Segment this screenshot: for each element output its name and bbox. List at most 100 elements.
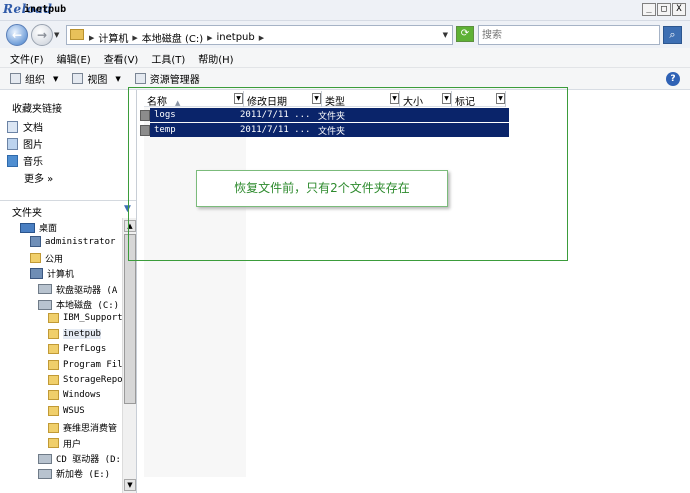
tree-item[interactable]: Program File — [48, 359, 122, 370]
tree-item[interactable]: 用户 — [48, 437, 81, 450]
folder-icon — [48, 328, 59, 339]
search-icon[interactable]: ⌕ — [663, 26, 682, 44]
breadcrumb-computer[interactable]: 计算机 — [98, 30, 128, 45]
annotation-callout: 恢复文件前，只有2个文件夹存在 — [196, 170, 448, 207]
search-box[interactable] — [478, 25, 660, 45]
favorites-title: 收藏夹链接 — [12, 104, 62, 115]
computer-icon — [30, 268, 43, 280]
breadcrumb-inetpub[interactable]: inetpub — [217, 32, 255, 43]
address-dropdown-icon[interactable]: ▼ — [443, 31, 448, 39]
views-label: 视图 — [87, 75, 108, 86]
tree-item[interactable]: 新加卷 (E:) — [38, 467, 110, 480]
tree-item[interactable]: administrator — [30, 236, 116, 248]
folder-icon — [48, 375, 59, 385]
chevron-down-icon: ▼ — [53, 74, 59, 83]
pictures-icon — [7, 137, 18, 150]
chevron-right-icon[interactable]: ▶ — [207, 34, 212, 42]
organize-button[interactable]: 组织 ▼ — [10, 71, 58, 86]
tree-item-label: Windows — [63, 390, 101, 401]
tree-item[interactable]: Windows — [48, 390, 101, 401]
tree-item-label: 计算机 — [47, 270, 75, 281]
folder-icon — [48, 422, 59, 433]
drive-icon — [38, 453, 52, 464]
favorite-label: 文档 — [23, 123, 43, 134]
folder-tree: 桌面 administrator 公用计算机软盘驱动器 (A 本地磁盘 (C:) IBM… — [0, 218, 122, 493]
tree-item[interactable]: 本地磁盘 (C:) — [38, 298, 119, 311]
folder-icon — [70, 29, 84, 40]
menu-bar: 文件(F) 编辑(E) 查看(V) 工具(T) 帮助(H) — [0, 48, 690, 68]
folder-icon — [48, 313, 59, 324]
menu-edit[interactable]: 编辑(E) — [57, 48, 98, 67]
folder-icon — [48, 344, 59, 355]
forward-button[interactable]: → — [31, 24, 53, 46]
favorite-music[interactable]: 音乐 — [7, 153, 43, 168]
menu-tools[interactable]: 工具(T) — [151, 48, 192, 67]
organize-icon — [10, 73, 21, 84]
tree-item[interactable]: 桌面 — [20, 221, 57, 234]
explorer-button[interactable]: 资源管理器 — [134, 71, 200, 86]
tree-item[interactable]: WSUS — [48, 405, 85, 416]
address-row: ← → ▼ ▶ 计算机 ▶ 本地磁盘 (C:) ▶ inetpub ▶ ▼ ⟳ … — [0, 21, 690, 48]
tree-item-label: 赛维思消费管 — [63, 424, 118, 435]
tree-item[interactable]: 软盘驱动器 (A — [38, 283, 117, 296]
chevron-down-icon: ▼ — [115, 74, 121, 83]
back-button[interactable]: ← — [6, 24, 28, 46]
desktop-icon — [20, 222, 35, 233]
tree-item-label: inetpub — [63, 328, 101, 339]
folder-icon — [48, 405, 59, 416]
chevron-right-icon[interactable]: ▶ — [259, 34, 264, 42]
breadcrumb: ▶ 计算机 ▶ 本地磁盘 (C:) ▶ inetpub ▶ — [89, 30, 264, 45]
chevron-right-icon[interactable]: ▶ — [89, 34, 94, 42]
tree-item-label: PerfLogs — [63, 344, 107, 355]
explorer-label: 资源管理器 — [149, 75, 200, 86]
tree-item-label: 公用 — [45, 254, 64, 265]
explorer-icon — [134, 73, 146, 84]
help-icon[interactable]: ? — [666, 72, 680, 86]
divider — [0, 200, 136, 201]
favorite-documents[interactable]: 文档 — [7, 119, 43, 134]
drive-icon — [38, 468, 52, 479]
tree-item[interactable]: PerfLogs — [48, 344, 107, 355]
scroll-down-icon[interactable]: ▼ — [124, 479, 136, 491]
menu-file[interactable]: 文件(F) — [10, 48, 51, 67]
organize-label: 组织 — [25, 75, 45, 86]
tree-item[interactable]: StorageRepo — [48, 375, 122, 385]
music-icon — [7, 154, 18, 167]
folder-icon — [30, 253, 41, 264]
folders-title[interactable]: 文件夹 — [12, 204, 42, 219]
tree-item[interactable]: 赛维思消费管 — [48, 421, 117, 434]
chevron-right-icon[interactable]: ▶ — [132, 34, 137, 42]
tree-item[interactable]: IBM_Support — [48, 313, 122, 324]
favorite-label: 图片 — [23, 140, 43, 151]
tree-item-label: 用户 — [63, 439, 82, 450]
recent-pages-chevron-icon[interactable]: ▼ — [54, 31, 59, 39]
favorite-pictures[interactable]: 图片 — [7, 136, 43, 151]
minimize-button[interactable]: _ — [642, 3, 656, 16]
favorites-more[interactable]: 更多 » — [24, 170, 53, 185]
tree-item-label: 软盘驱动器 (A — [56, 285, 118, 296]
tree-item-label: 本地磁盘 (C:) — [56, 301, 120, 311]
menu-help[interactable]: 帮助(H) — [198, 48, 240, 67]
tree-item[interactable]: 计算机 — [30, 267, 74, 280]
views-button[interactable]: 视图 ▼ — [72, 71, 121, 86]
folder-icon — [48, 390, 59, 401]
tree-item[interactable]: 公用 — [30, 252, 63, 265]
window-title: inetpub — [24, 4, 67, 15]
tree-item[interactable]: CD 驱动器 (D: — [38, 452, 121, 465]
menu-view[interactable]: 查看(V) — [104, 48, 146, 67]
address-bar[interactable]: ▶ 计算机 ▶ 本地磁盘 (C:) ▶ inetpub ▶ ▼ — [66, 25, 453, 45]
folder-icon — [48, 359, 59, 370]
tree-item[interactable]: inetpub — [48, 328, 101, 339]
navigation-pane: 收藏夹链接 文档 图片 音乐 更多 » 文件夹 ▼ 桌面 administrato… — [0, 90, 137, 493]
window-controls: _ □ X — [642, 3, 686, 16]
tree-item-label: WSUS — [63, 405, 85, 416]
refresh-button[interactable]: ⟳ — [456, 26, 474, 42]
drive-icon — [38, 299, 52, 310]
maximize-button[interactable]: □ — [657, 3, 671, 16]
close-button[interactable]: X — [672, 3, 686, 16]
search-input[interactable] — [479, 26, 659, 44]
tree-item-label: administrator — [45, 236, 116, 247]
favorite-label: 音乐 — [23, 157, 43, 168]
breadcrumb-local-disk[interactable]: 本地磁盘 (C:) — [142, 30, 203, 45]
user-icon — [30, 236, 41, 248]
